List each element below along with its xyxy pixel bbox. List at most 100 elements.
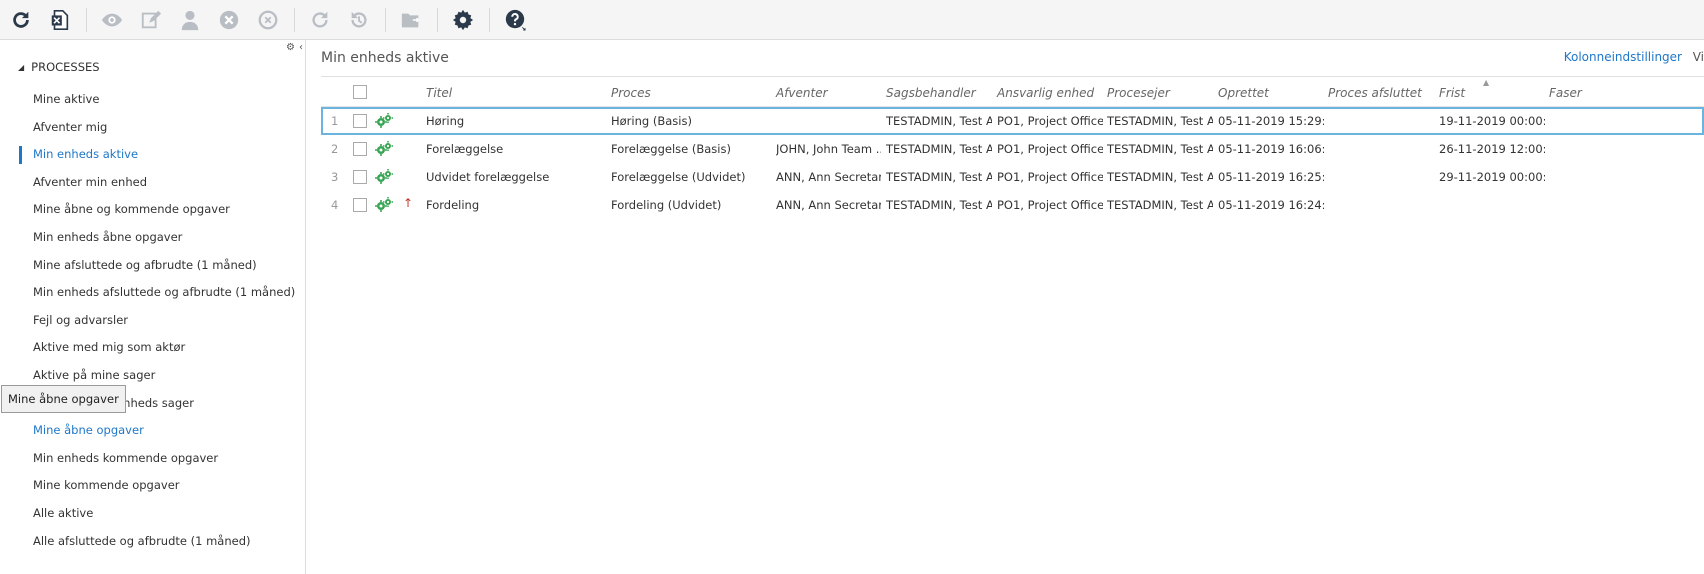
cell-enhed: PO1, Project Office 1 bbox=[997, 198, 1103, 212]
table-row[interactable]: 1 Høring Høring (Basis) TESTADMIN, Test A..… bbox=[321, 107, 1704, 135]
toolbar-separator bbox=[294, 7, 295, 32]
view-icon bbox=[101, 13, 123, 26]
sidebar-item[interactable]: Min enheds kommende opgaver bbox=[0, 445, 306, 473]
cell-proces: Forelæggelse (Basis) bbox=[611, 142, 731, 156]
cell-frist: 26-11-2019 12:00:00 bbox=[1439, 142, 1545, 156]
sidebar-item-label: Min enheds åbne opgaver bbox=[33, 229, 183, 244]
sidebar-item[interactable]: Mine kommende opgaver bbox=[0, 472, 306, 500]
sidebar-item[interactable]: Min enheds aktive bbox=[0, 141, 306, 169]
sidebar-item-label: Mine afsluttede og afbrudte (1 måned) bbox=[33, 257, 257, 272]
column-header[interactable]: Afventer bbox=[776, 86, 828, 100]
cell-afventer: ANN, Ann Secretary bbox=[776, 198, 881, 212]
sidebar-item-label: Min enheds kommende opgaver bbox=[33, 450, 219, 465]
view-link[interactable]: Vi bbox=[1693, 50, 1704, 64]
select-all-checkbox[interactable] bbox=[353, 85, 367, 99]
collapse-icon[interactable]: ‹ bbox=[299, 42, 303, 53]
cell-proces: Høring (Basis) bbox=[611, 114, 692, 128]
excel-export-icon bbox=[51, 9, 69, 30]
gear-icon[interactable]: ⚙ bbox=[286, 42, 295, 53]
sidebar: ⚙ ‹ ◢ PROCESSES Mine aktive Afventer mig M… bbox=[0, 40, 306, 574]
table-row[interactable]: 3 Udvidet forelæggelse Forelæggelse (Udvid… bbox=[321, 163, 1704, 191]
row-checkbox[interactable] bbox=[353, 142, 367, 156]
cell-oprettet: 05-11-2019 16:25:45 bbox=[1218, 170, 1324, 184]
settings-button[interactable] bbox=[450, 7, 476, 33]
sidebar-tools: ⚙ ‹ bbox=[286, 42, 303, 53]
cell-proces: Forelæggelse (Udvidet) bbox=[611, 170, 746, 184]
sidebar-item[interactable]: Afventer mig bbox=[0, 114, 306, 142]
column-header[interactable]: Frist bbox=[1439, 86, 1465, 100]
row-number: 3 bbox=[331, 170, 339, 184]
sidebar-item[interactable]: Min enheds afsluttede og afbrudte (1 mån… bbox=[0, 279, 306, 307]
tooltip: Mine åbne opgaver bbox=[1, 385, 126, 413]
sidebar-item-label: Mine åbne og kommende opgaver bbox=[33, 202, 230, 217]
grid-body: 1 Høring Høring (Basis) TESTADMIN, Test A..… bbox=[321, 107, 1704, 219]
assign-user-button[interactable] bbox=[177, 7, 203, 33]
grid-header: Titel Proces Afventer Sagsbehandler Ansvarli… bbox=[321, 77, 1704, 107]
column-header[interactable]: Procesejer bbox=[1107, 86, 1170, 100]
sidebar-item[interactable]: Mine åbne opgaver bbox=[0, 417, 306, 445]
sidebar-item[interactable]: Mine aktive bbox=[0, 86, 306, 114]
view-button[interactable] bbox=[99, 7, 125, 33]
cell-frist: 19-11-2019 00:00:00 bbox=[1439, 114, 1545, 128]
sidebar-item[interactable]: Min enheds åbne opgaver bbox=[0, 224, 306, 252]
edit-icon bbox=[141, 10, 162, 28]
sidebar-item[interactable]: Mine åbne og kommende opgaver bbox=[0, 196, 306, 224]
process-grid: Titel Proces Afventer Sagsbehandler Ansvarli… bbox=[321, 76, 1704, 219]
column-settings-link[interactable]: Kolonneindstillinger bbox=[1564, 50, 1682, 64]
cell-oprettet: 05-11-2019 16:24:55 bbox=[1218, 198, 1324, 212]
cell-titel: Forelæggelse bbox=[426, 142, 504, 156]
main-panel: Min enheds aktive Kolonneindstillinger V… bbox=[307, 40, 1704, 574]
column-header[interactable]: Faser bbox=[1549, 86, 1582, 100]
cell-procesejer: TESTADMIN, Test A... bbox=[1107, 142, 1213, 156]
sidebar-item-label: Mine åbne opgaver bbox=[33, 423, 144, 438]
sidebar-header[interactable]: ◢ PROCESSES bbox=[18, 60, 100, 74]
history-button[interactable] bbox=[346, 7, 372, 33]
column-header[interactable]: Oprettet bbox=[1218, 86, 1269, 100]
cell-oprettet: 05-11-2019 15:29:34 bbox=[1218, 114, 1324, 128]
column-header[interactable]: Proces bbox=[611, 86, 651, 100]
row-checkbox[interactable] bbox=[353, 114, 367, 128]
edit-button[interactable] bbox=[138, 7, 164, 33]
column-header[interactable]: Sagsbehandler bbox=[886, 86, 976, 100]
table-row[interactable]: 2 Forelæggelse Forelæggelse (Basis) JOHN, J… bbox=[321, 135, 1704, 163]
sidebar-item[interactable]: Afventer min enhed bbox=[0, 169, 306, 197]
redo-button[interactable] bbox=[307, 7, 333, 33]
cell-titel: Fordeling bbox=[426, 198, 480, 212]
sidebar-item-label: Mine aktive bbox=[33, 92, 100, 106]
sidebar-item[interactable]: Fejl og advarsler bbox=[0, 307, 306, 335]
sidebar-item-label: Alle aktive bbox=[33, 505, 94, 520]
row-checkbox[interactable] bbox=[353, 198, 367, 212]
column-header[interactable]: Ansvarlig enhed bbox=[997, 86, 1094, 100]
row-checkbox[interactable] bbox=[353, 170, 367, 184]
sort-ascending-icon: ▲ bbox=[1483, 78, 1490, 87]
sidebar-item[interactable]: Aktive med mig som aktør bbox=[0, 334, 306, 362]
cell-procesejer: TESTADMIN, Test A... bbox=[1107, 114, 1213, 128]
cell-titel: Udvidet forelæggelse bbox=[426, 170, 550, 184]
cancel-button[interactable] bbox=[216, 7, 242, 33]
move-folder-button[interactable] bbox=[398, 7, 424, 33]
cell-enhed: PO1, Project Office 1 bbox=[997, 114, 1103, 128]
settings-icon bbox=[452, 9, 474, 30]
refresh-button[interactable] bbox=[8, 7, 34, 33]
toolbar bbox=[0, 0, 1704, 40]
row-number: 1 bbox=[331, 114, 339, 128]
cell-afventer: ANN, Ann Secretary bbox=[776, 170, 881, 184]
redo-icon bbox=[312, 11, 328, 28]
cancel-all-button[interactable] bbox=[255, 7, 281, 33]
sidebar-item[interactable]: Alle aktive bbox=[0, 500, 306, 528]
excel-export-button[interactable] bbox=[47, 7, 73, 33]
column-header[interactable]: Proces afsluttet bbox=[1328, 86, 1422, 100]
sidebar-item[interactable]: Alle afsluttede og afbrudte (1 måned) bbox=[0, 528, 306, 556]
table-row[interactable]: 4 ↑ Fordeling Fordeling (Udvidet) ANN, Ann S… bbox=[321, 191, 1704, 219]
row-number: 2 bbox=[331, 142, 339, 156]
column-header[interactable]: Titel bbox=[426, 86, 452, 100]
history-icon bbox=[351, 11, 367, 28]
sidebar-item-label: Aktive på mine sager bbox=[33, 367, 156, 382]
cell-procesejer: TESTADMIN, Test A... bbox=[1107, 198, 1213, 212]
help-button[interactable] bbox=[502, 7, 528, 33]
cell-sagsbehandler: TESTADMIN, Test A... bbox=[886, 142, 992, 156]
cancel-icon bbox=[219, 10, 239, 29]
sidebar-item[interactable]: Mine afsluttede og afbrudte (1 måned) bbox=[0, 252, 306, 280]
sidebar-item-label: Aktive med mig som aktør bbox=[33, 340, 186, 355]
process-gears-icon bbox=[375, 113, 393, 132]
